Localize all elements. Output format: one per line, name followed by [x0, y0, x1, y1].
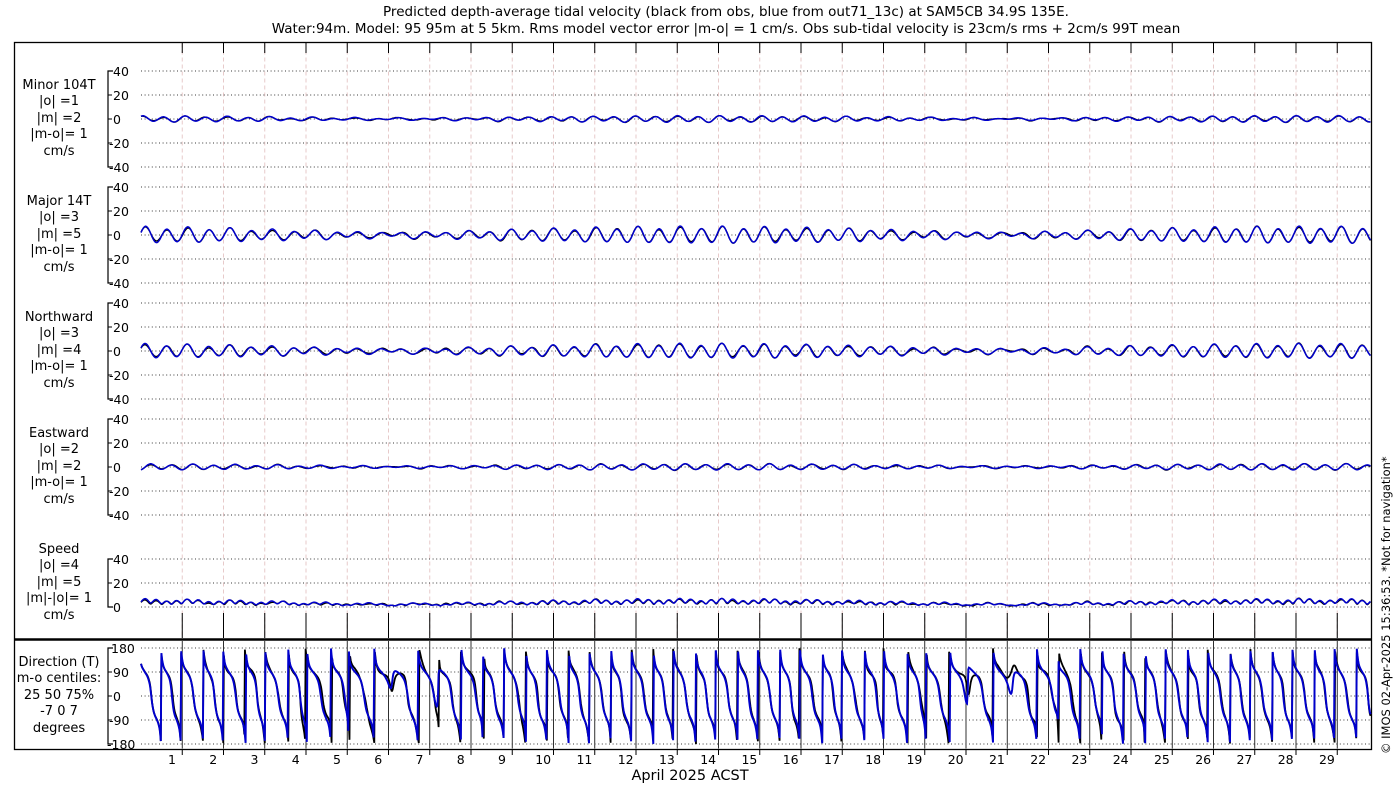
panel-label-line: |m|-|o|= 1	[25, 591, 93, 607]
panel-label-line: cm/s	[43, 491, 75, 507]
x-tick-day-3: 3	[250, 752, 259, 767]
y-tick-direction-0: 0	[113, 688, 121, 704]
y-tick-east-0: 0	[113, 459, 121, 475]
imos-watermark: © IMOS 02-Apr-2025 15:36:53. *Not for na…	[1379, 456, 1393, 754]
y-tick-direction--180: -180	[107, 736, 136, 752]
panel-label-line: |o| =2	[38, 442, 79, 458]
panel-label-direction: Direction (T) m-o centiles: 25 50 75% -7 0 …	[11, 655, 107, 738]
panel-label-major: Major 14T |o| =3 |m| =5 |m-o|= 1 cm/s	[11, 194, 107, 277]
x-tick-day-25: 25	[1153, 752, 1170, 767]
plot-canvas	[13, 41, 1373, 755]
panel-label-east: Eastward |o| =2 |m| =2 |m-o|= 1 cm/s	[11, 426, 107, 509]
panel-label-line: cm/s	[43, 607, 75, 623]
panel-label-line: Speed	[38, 541, 80, 557]
x-tick-day-15: 15	[741, 752, 758, 767]
x-tick-day-26: 26	[1195, 752, 1212, 767]
panel-label-line: cm/s	[43, 375, 75, 391]
y-tick-major-20: 20	[113, 203, 129, 219]
y-tick-minor-0: 0	[113, 111, 121, 127]
panel-label-line: -7 0 7	[40, 704, 78, 720]
y-tick-north--40: -40	[109, 391, 130, 407]
panel-label-line: Eastward	[28, 425, 90, 441]
panel-label-line: Minor 104T	[22, 77, 96, 93]
y-tick-minor-40: 40	[113, 63, 129, 79]
y-tick-north-0: 0	[113, 343, 121, 359]
panel-label-line: cm/s	[43, 143, 75, 159]
y-tick-north-20: 20	[113, 319, 129, 335]
y-tick-minor-20: 20	[113, 87, 129, 103]
y-tick-direction-180: 180	[111, 640, 135, 656]
panel-label-line: |o| =3	[38, 210, 79, 226]
panel-label-north: Northward |o| =3 |m| =4 |m-o|= 1 cm/s	[11, 310, 107, 393]
panel-label-line: degrees	[32, 720, 86, 736]
panel-label-line: |m| =4	[36, 342, 82, 358]
panel-label-line: |m-o|= 1	[30, 243, 88, 259]
panel-label-line: Northward	[24, 309, 94, 325]
panel-label-line: m-o centiles:	[16, 671, 102, 687]
y-tick-speed-40: 40	[113, 551, 129, 567]
x-tick-day-23: 23	[1071, 752, 1088, 767]
y-tick-east-40: 40	[113, 411, 129, 427]
y-tick-minor--20: -20	[109, 135, 130, 151]
x-tick-day-13: 13	[658, 752, 675, 767]
panel-label-speed: Speed |o| =4 |m| =5 |m|-|o|= 1 cm/s	[11, 542, 107, 625]
x-tick-day-24: 24	[1112, 752, 1129, 767]
x-tick-day-8: 8	[456, 752, 465, 767]
x-tick-day-16: 16	[782, 752, 799, 767]
x-tick-day-18: 18	[865, 752, 882, 767]
panel-label-line: |o| =3	[38, 326, 79, 342]
x-tick-day-4: 4	[291, 752, 300, 767]
panel-label-line: |m-o|= 1	[30, 475, 88, 491]
y-tick-east--20: -20	[109, 483, 130, 499]
y-tick-major--20: -20	[109, 251, 130, 267]
panel-label-line: |o| =4	[38, 558, 79, 574]
y-tick-north--20: -20	[109, 367, 130, 383]
panel-label-line: |m-o|= 1	[30, 127, 88, 143]
panel-label-line: |m| =2	[36, 458, 82, 474]
y-tick-major-40: 40	[113, 179, 129, 195]
panel-label-line: |m| =5	[36, 226, 82, 242]
panel-label-line: |o| =1	[38, 94, 79, 110]
x-tick-day-5: 5	[332, 752, 341, 767]
x-tick-day-27: 27	[1236, 752, 1253, 767]
panel-label-line: |m-o|= 1	[30, 359, 88, 375]
y-tick-east-20: 20	[113, 435, 129, 451]
x-tick-day-11: 11	[576, 752, 593, 767]
y-tick-east--40: -40	[109, 507, 130, 523]
x-tick-day-1: 1	[167, 752, 176, 767]
y-tick-direction--90: -90	[109, 712, 130, 728]
y-tick-minor--40: -40	[109, 159, 130, 175]
panel-label-line: cm/s	[43, 259, 75, 275]
x-axis-title: April 2025 ACST	[631, 768, 749, 784]
panel-label-minor: Minor 104T |o| =1 |m| =2 |m-o|= 1 cm/s	[11, 78, 107, 161]
x-tick-day-7: 7	[415, 752, 424, 767]
x-tick-day-6: 6	[374, 752, 383, 767]
panel-label-line: 25 50 75%	[23, 687, 95, 703]
x-tick-day-2: 2	[209, 752, 218, 767]
y-tick-major-0: 0	[113, 227, 121, 243]
x-tick-day-20: 20	[947, 752, 964, 767]
panel-label-line: |m| =2	[36, 110, 82, 126]
x-tick-day-29: 29	[1318, 752, 1335, 767]
x-tick-day-9: 9	[497, 752, 506, 767]
x-tick-day-19: 19	[906, 752, 923, 767]
x-tick-day-22: 22	[1030, 752, 1047, 767]
y-tick-major--40: -40	[109, 275, 130, 291]
x-tick-day-28: 28	[1277, 752, 1294, 767]
x-tick-day-12: 12	[617, 752, 634, 767]
panel-label-line: Direction (T)	[18, 654, 100, 670]
x-tick-day-14: 14	[700, 752, 717, 767]
x-tick-day-17: 17	[823, 752, 840, 767]
y-tick-speed-0: 0	[113, 599, 121, 615]
x-tick-day-21: 21	[988, 752, 1005, 767]
tidal-velocity-figure: Predicted depth-average tidal velocity (…	[0, 0, 1400, 800]
y-tick-speed-20: 20	[113, 575, 129, 591]
y-tick-direction-90: 90	[113, 664, 129, 680]
panel-label-line: |m| =5	[36, 574, 82, 590]
panel-label-line: Major 14T	[26, 193, 92, 209]
x-tick-day-10: 10	[535, 752, 552, 767]
y-tick-north-40: 40	[113, 295, 129, 311]
